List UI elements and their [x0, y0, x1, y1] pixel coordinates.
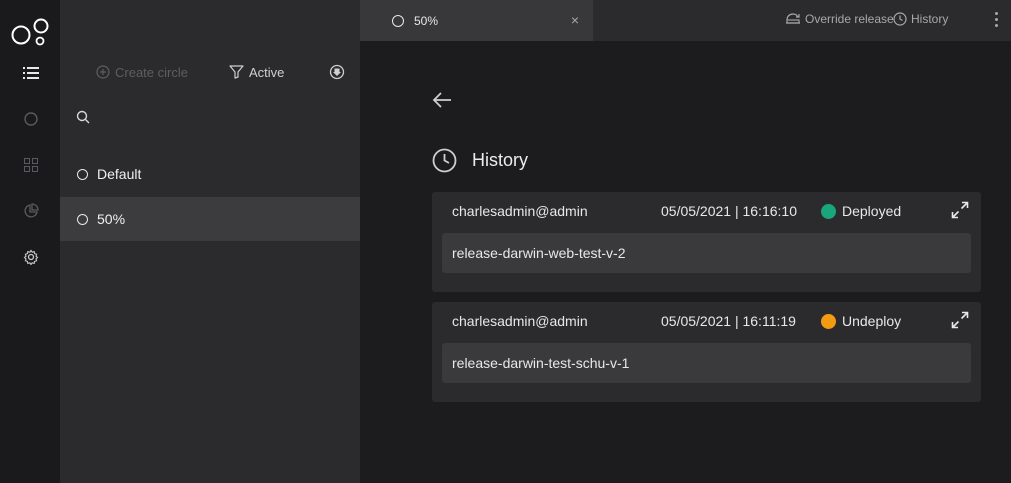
release-name: release-darwin-test-schu-v-1 — [452, 355, 630, 371]
circle-list-item-default[interactable]: Default — [60, 152, 360, 196]
circle-icon — [77, 213, 88, 225]
top-bar: 50% × Override release History — [360, 0, 1011, 41]
circle-icon — [77, 168, 88, 180]
circle-name: Default — [97, 166, 142, 182]
history-card-header: charlesadmin@admin 05/05/2021 | 16:16:10… — [432, 192, 981, 228]
filter-icon — [229, 65, 244, 79]
status-dot-icon — [821, 203, 836, 219]
release-name: release-darwin-web-test-v-2 — [452, 245, 626, 261]
close-icon[interactable]: × — [571, 13, 579, 27]
status-label: Deployed — [842, 203, 902, 219]
main-sidebar — [0, 0, 60, 483]
more-options-icon[interactable] — [995, 12, 999, 30]
status-dot-icon — [821, 313, 836, 329]
create-circle-button[interactable]: Create circle — [96, 62, 188, 82]
plus-circle-icon — [96, 65, 110, 79]
circle-name: 50% — [97, 211, 126, 227]
circle-icon — [392, 14, 404, 27]
clock-icon — [432, 148, 457, 173]
pie-chart-icon[interactable] — [22, 202, 40, 220]
filter-label: Active — [249, 64, 285, 80]
clock-icon — [893, 12, 907, 26]
author-label: charlesadmin@admin — [452, 313, 588, 329]
datetime-label: 05/05/2021 | 16:11:19 — [661, 313, 796, 329]
override-release-label: Override release — [805, 12, 894, 26]
release-name-box: release-darwin-test-schu-v-1 — [442, 343, 971, 383]
history-card: charlesadmin@admin 05/05/2021 | 16:11:19… — [432, 302, 981, 402]
history-header: History — [432, 148, 528, 173]
list-icon[interactable] — [22, 64, 40, 82]
circles-panel: Create circle Active Default 50% — [60, 0, 360, 483]
expand-icon[interactable] — [951, 201, 969, 222]
release-name-box: release-darwin-web-test-v-2 — [442, 233, 971, 273]
circle-matcher-button[interactable] — [329, 62, 345, 82]
tab-label: 50% — [414, 13, 439, 28]
download-circle-icon — [329, 64, 345, 80]
author-label: charlesadmin@admin — [452, 203, 588, 219]
datetime-label: 05/05/2021 | 16:16:10 — [661, 203, 797, 219]
gear-icon[interactable] — [22, 248, 40, 266]
history-label: History — [911, 12, 949, 26]
status-badge: Undeploy — [821, 313, 901, 329]
circles-toolbar: Create circle Active — [60, 62, 360, 82]
status-label: Undeploy — [842, 313, 902, 329]
tab-50[interactable]: 50% × — [360, 0, 593, 41]
history-card: charlesadmin@admin 05/05/2021 | 16:16:10… — [432, 192, 981, 292]
grid-icon[interactable] — [22, 156, 40, 174]
history-card-header: charlesadmin@admin 05/05/2021 | 16:11:19… — [432, 302, 981, 338]
back-arrow-icon[interactable] — [431, 90, 453, 115]
filter-active-button[interactable]: Active — [229, 62, 284, 82]
app-logo-icon[interactable] — [11, 18, 51, 53]
create-circle-label: Create circle — [115, 64, 188, 80]
search-icon[interactable] — [76, 110, 92, 126]
override-release-icon — [786, 13, 800, 24]
circle-list-item-50[interactable]: 50% — [60, 197, 360, 241]
expand-icon[interactable] — [951, 311, 969, 332]
override-release-button[interactable]: Override release — [785, 12, 894, 26]
history-title: History — [472, 150, 529, 170]
circle-icon[interactable] — [22, 110, 40, 128]
status-badge: Deployed — [821, 203, 901, 219]
history-button[interactable]: History — [893, 12, 948, 26]
